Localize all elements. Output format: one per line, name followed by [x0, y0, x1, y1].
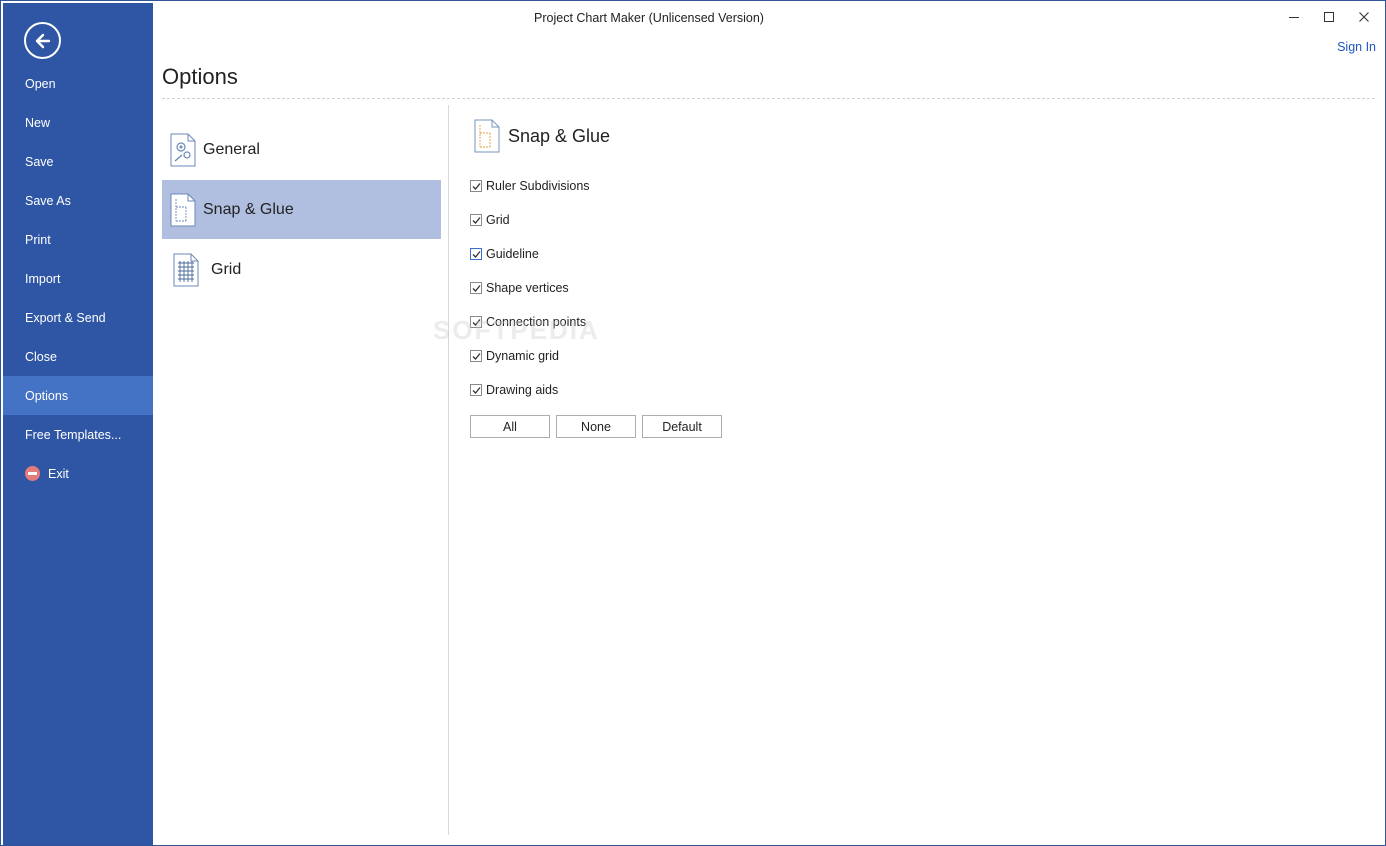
check-shape-vertices: Shape vertices — [470, 280, 590, 314]
back-button[interactable] — [24, 22, 61, 59]
panel-header: Snap & Glue — [474, 119, 610, 153]
backstage-sidebar: Open New Save Save As Print Import Expor… — [3, 3, 153, 845]
exit-icon — [25, 466, 40, 481]
check-dynamic-grid: Dynamic grid — [470, 348, 590, 382]
menu-item-open[interactable]: Open — [3, 64, 153, 103]
check-grid: Grid — [470, 212, 590, 246]
menu-item-label: Free Templates... — [25, 427, 122, 442]
backstage-menu: Open New Save Save As Print Import Expor… — [3, 64, 153, 493]
category-label: Grid — [211, 260, 242, 278]
checkbox[interactable] — [470, 350, 482, 362]
checkbox[interactable] — [470, 316, 482, 328]
snap-glue-options: Ruler Subdivisions Grid Guideline Shape … — [470, 178, 590, 416]
checkbox[interactable] — [470, 214, 482, 226]
checkbox-label: Grid — [486, 213, 510, 227]
category-label: Snap & Glue — [203, 200, 294, 218]
category-general[interactable]: General — [162, 120, 441, 179]
panel-title: Snap & Glue — [508, 125, 611, 146]
menu-item-label: New — [25, 115, 51, 130]
menu-item-label: Save As — [25, 193, 71, 208]
check-guideline: Guideline — [470, 246, 590, 280]
menu-item-close[interactable]: Close — [3, 337, 153, 376]
menu-item-exit[interactable]: Exit — [3, 454, 153, 493]
check-ruler-subdivisions: Ruler Subdivisions — [470, 178, 590, 212]
checkbox-label: Guideline — [486, 247, 539, 261]
selection-buttons: All None Default — [470, 415, 728, 438]
checkbox-label: Drawing aids — [486, 383, 559, 397]
header-divider — [162, 98, 1375, 99]
window-title: Project Chart Maker (Unlicensed Version) — [534, 11, 764, 25]
grid-page-icon — [173, 253, 199, 286]
maximize-button[interactable] — [1312, 3, 1346, 31]
panel-divider — [448, 105, 449, 835]
restore-default-button[interactable]: Default — [642, 415, 722, 438]
close-window-button[interactable] — [1347, 3, 1381, 31]
sign-in-link[interactable]: Sign In — [1337, 40, 1376, 54]
checkbox[interactable] — [470, 282, 482, 294]
category-grid[interactable]: Grid — [162, 240, 441, 299]
checkbox[interactable] — [470, 248, 482, 260]
checkmark-icon — [472, 216, 481, 224]
checkmark-icon — [472, 352, 481, 360]
checkmark-icon — [472, 182, 481, 190]
menu-item-label: Export & Send — [25, 310, 106, 325]
checkbox-label: Shape vertices — [486, 281, 569, 295]
page-title: Options — [162, 64, 238, 89]
menu-item-label: Exit — [48, 466, 69, 481]
snap-glue-page-icon — [170, 193, 196, 226]
checkbox[interactable] — [470, 180, 482, 192]
checkbox-label: Connection points — [486, 315, 587, 329]
menu-item-save-as[interactable]: Save As — [3, 181, 153, 220]
check-connection-points: Connection points — [470, 314, 590, 348]
options-category-list: General Snap & Glue Grid — [162, 120, 441, 300]
select-all-button[interactable]: All — [470, 415, 550, 438]
checkmark-icon — [472, 250, 481, 258]
select-none-button[interactable]: None — [556, 415, 636, 438]
menu-item-print[interactable]: Print — [3, 220, 153, 259]
menu-item-label: Print — [25, 232, 51, 247]
menu-item-free-templates[interactable]: Free Templates... — [3, 415, 153, 454]
menu-item-export-send[interactable]: Export & Send — [3, 298, 153, 337]
check-drawing-aids: Drawing aids — [470, 382, 590, 416]
menu-item-import[interactable]: Import — [3, 259, 153, 298]
menu-item-label: Close — [25, 349, 57, 364]
checkmark-icon — [472, 386, 481, 394]
checkmark-icon — [472, 318, 481, 326]
snap-glue-page-icon — [474, 119, 500, 153]
category-snap-glue[interactable]: Snap & Glue — [162, 180, 441, 239]
maximize-icon — [1324, 12, 1334, 22]
arrow-left-icon — [35, 33, 50, 48]
checkbox-label: Dynamic grid — [486, 349, 559, 363]
minimize-button[interactable] — [1277, 3, 1311, 31]
menu-item-save[interactable]: Save — [3, 142, 153, 181]
menu-item-label: Options — [25, 388, 69, 403]
menu-item-new[interactable]: New — [3, 103, 153, 142]
checkmark-icon — [472, 284, 481, 292]
minimize-icon — [1289, 17, 1299, 18]
close-icon — [1359, 12, 1369, 22]
category-label: General — [203, 140, 260, 158]
settings-page-icon — [170, 133, 196, 166]
menu-item-label: Open — [25, 76, 56, 91]
menu-item-options[interactable]: Options — [3, 376, 153, 415]
menu-item-label: Save — [25, 154, 54, 169]
checkbox-label: Ruler Subdivisions — [486, 179, 590, 193]
menu-item-label: Import — [25, 271, 61, 286]
app-window: Open New Save Save As Print Import Expor… — [0, 0, 1386, 846]
checkbox[interactable] — [470, 384, 482, 396]
